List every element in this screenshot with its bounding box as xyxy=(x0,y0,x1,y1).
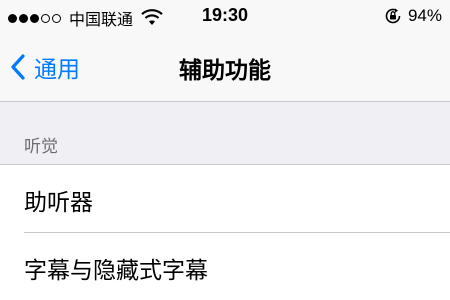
section-header-label: 听觉 xyxy=(24,137,58,157)
status-bar: 中国联通 19:30 94% xyxy=(0,0,450,32)
status-right: 94% xyxy=(384,6,442,26)
list-item-hearing-aids[interactable]: 助听器 xyxy=(0,165,450,233)
list-item-subtitles-captioning[interactable]: 字幕与隐藏式字幕 xyxy=(0,233,450,300)
list-item-label: 字幕与隐藏式字幕 xyxy=(24,258,208,284)
settings-screen: 中国联通 19:30 94% 通用 辅助功能 听觉 助听器 字幕与隐藏式字幕 xyxy=(0,0,450,300)
section-header-hearing: 听觉 xyxy=(0,102,450,165)
rotation-lock-icon xyxy=(385,8,401,24)
page-title: 辅助功能 xyxy=(179,58,271,84)
navigation-bar: 通用 辅助功能 xyxy=(0,32,450,102)
list-item-label: 助听器 xyxy=(24,190,93,216)
battery-percentage: 94% xyxy=(407,6,442,25)
status-time: 19:30 xyxy=(201,5,249,25)
hearing-settings-list: 助听器 字幕与隐藏式字幕 xyxy=(0,165,450,300)
